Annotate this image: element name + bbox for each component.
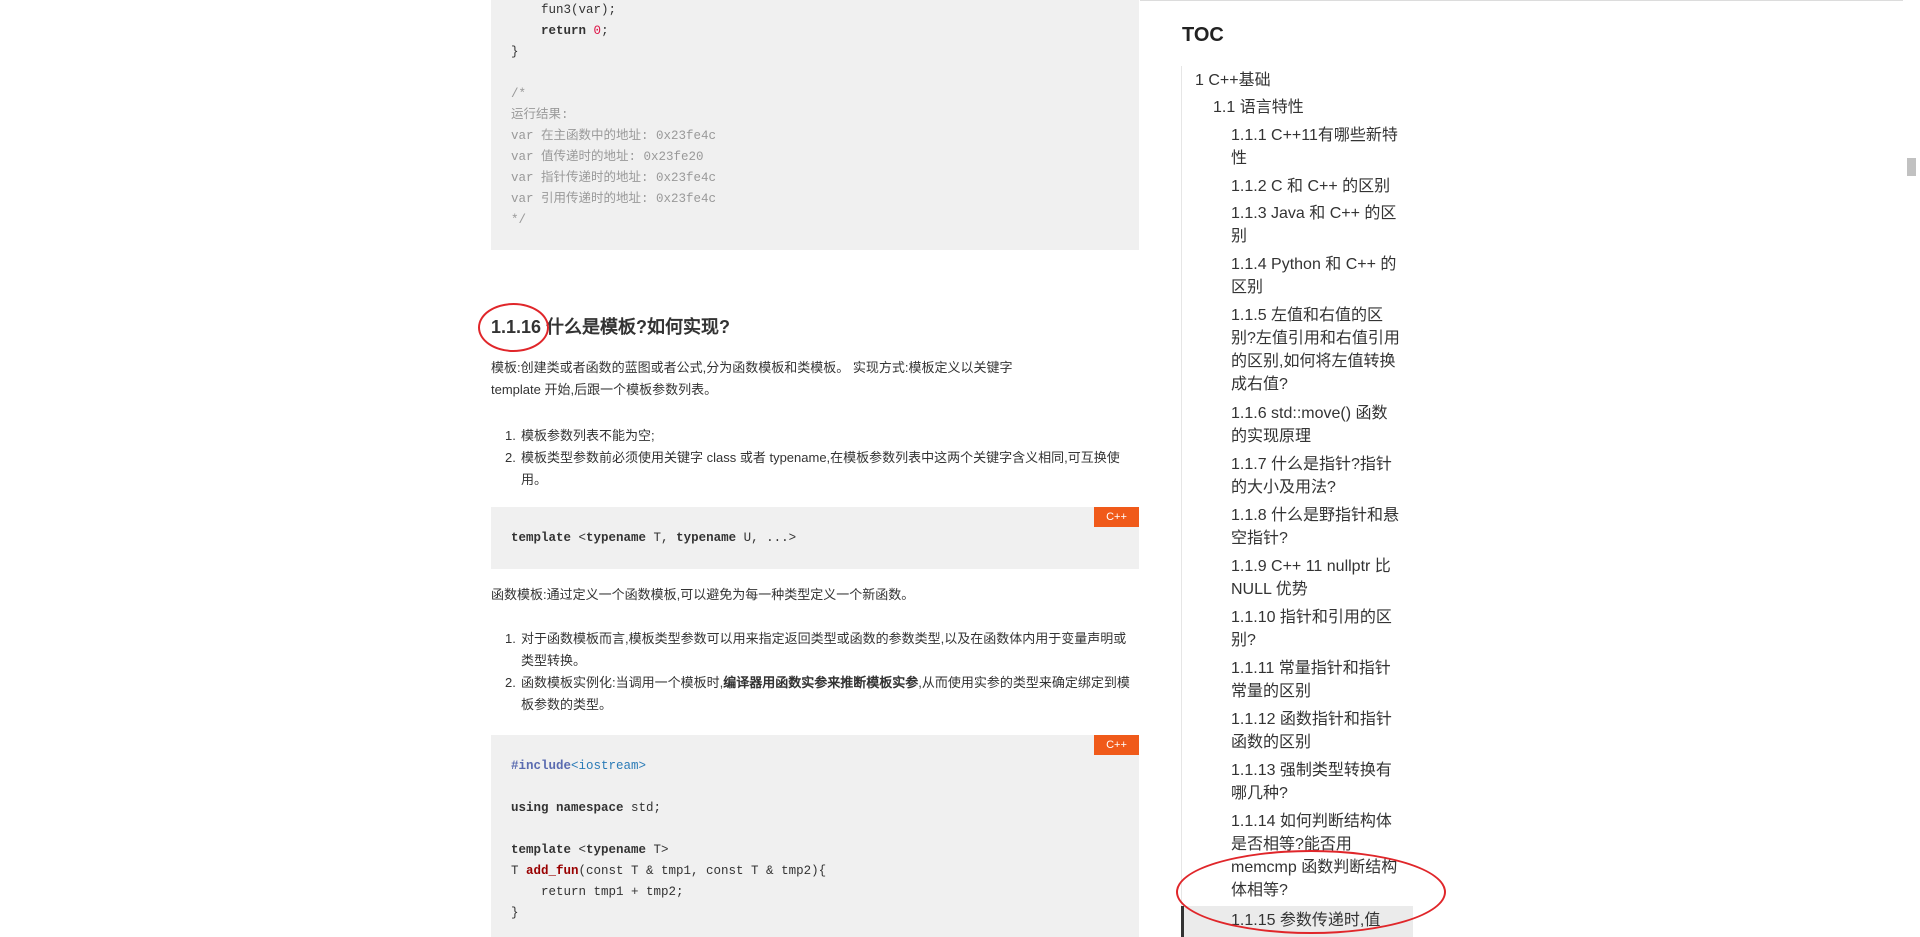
- list-text: 函数模板实例化:当调用一个模板时,编译器用函数实参来推断模板实参,从而使用实参的…: [521, 672, 1137, 716]
- code-line: template <typename T>: [511, 843, 669, 857]
- paragraph: 模板:创建类或者函数的蓝图或者公式,分为函数模板和类模板。 实现方式:模板定义以…: [491, 357, 1012, 401]
- toc-item[interactable]: 1.1.7 什么是指针?指针的大小及用法?: [1231, 453, 1403, 499]
- code-comment-line: var 引用传递时的地址: 0x23fe4c: [511, 192, 717, 206]
- toc-item[interactable]: 1.1.13 强制类型转换有哪几种?: [1231, 759, 1403, 805]
- code-comment-line: 运行结果:: [511, 108, 569, 122]
- list-text: 模板类型参数前必须使用关键字 class 或者 typename,在模板参数列表…: [521, 450, 1120, 487]
- toc-item[interactable]: 1.1.9 C++ 11 nullptr 比 NULL 优势: [1231, 555, 1403, 601]
- list-number: 2.: [505, 450, 516, 465]
- toc-item[interactable]: 1.1.10 指针和引用的区别?: [1231, 606, 1403, 652]
- code-line: template <typename T, typename U, ...>: [511, 531, 797, 545]
- toc-sidebar: TOC 1 C++基础 1.1 语言特性 1.1.1 C++11有哪些新特性 1…: [1160, 0, 1420, 937]
- code-block-function-template: C++ #include<iostream> using namespace s…: [491, 735, 1139, 937]
- list-number: 1.: [505, 428, 516, 443]
- toc-item[interactable]: 1 C++基础: [1195, 69, 1271, 92]
- code-line: return 0;: [541, 24, 609, 38]
- code-line: return tmp1 + tmp2;: [511, 885, 684, 899]
- language-badge: C++: [1094, 507, 1139, 527]
- code-line: }: [511, 45, 519, 59]
- list-text: 对于函数模板而言,模板类型参数可以用来指定返回类型或函数的参数类型,以及在函数体…: [521, 631, 1127, 668]
- code-block-template: C++ template <typename T, typename U, ..…: [491, 507, 1139, 569]
- code-line: T add_fun(const T & tmp1, const T & tmp2…: [511, 864, 827, 878]
- code-comment-line: var 指针传递时的地址: 0x23fe4c: [511, 171, 717, 185]
- toc-item-active[interactable]: 1.1.15 参数传递时,值: [1231, 909, 1403, 932]
- paragraph-line: template 开始,后跟一个模板参数列表。: [491, 382, 718, 397]
- article-content: fun3(var); return 0; } /* 运行结果: var 在主函数…: [491, 0, 1139, 937]
- toc-item[interactable]: 1.1.3 Java 和 C++ 的区别: [1231, 202, 1403, 248]
- list-text-bold: 编译器用函数实参来推断模板实参: [723, 675, 919, 690]
- toc-item[interactable]: 1.1.1 C++11有哪些新特性: [1231, 124, 1403, 170]
- toc-item[interactable]: 1.1.5 左值和右值的区别?左值引用和右值引用的区别,如何将左值转换成右值?: [1231, 304, 1403, 396]
- list-text: 模板参数列表不能为空;: [521, 428, 655, 443]
- paragraph: 函数模板:通过定义一个函数模板,可以避免为每一种类型定义一个新函数。: [491, 587, 915, 602]
- toc-title: TOC: [1182, 24, 1224, 46]
- heading-text: 什么是模板?如何实现?: [541, 317, 731, 337]
- code-comment-line: var 值传递时的地址: 0x23fe20: [511, 150, 704, 164]
- code-line: }: [511, 906, 519, 920]
- toc-item[interactable]: 1.1 语言特性: [1213, 96, 1304, 119]
- code-comment-line: var 在主函数中的地址: 0x23fe4c: [511, 129, 717, 143]
- page-scrollbar[interactable]: [1903, 0, 1920, 937]
- list-number: 2.: [505, 675, 516, 690]
- scrollbar-thumb[interactable]: [1907, 158, 1916, 176]
- toc-item[interactable]: 1.1.2 C 和 C++ 的区别: [1231, 175, 1403, 198]
- heading-number: 1.1.16: [491, 317, 542, 337]
- section-heading: 1.1.16 什么是模板?如何实现?: [491, 313, 730, 339]
- toc-item[interactable]: 1.1.14 如何判断结构体是否相等?能否用 memcmp 函数判断结构体相等?: [1231, 810, 1403, 902]
- toc-item[interactable]: 1.1.8 什么是野指针和悬空指针?: [1231, 504, 1403, 550]
- toc-item[interactable]: 1.1.11 常量指针和指针常量的区别: [1231, 657, 1403, 703]
- list-number: 1.: [505, 631, 516, 646]
- code-block-output: fun3(var); return 0; } /* 运行结果: var 在主函数…: [491, 0, 1139, 250]
- toc-item[interactable]: 1.1.6 std::move() 函数的实现原理: [1231, 402, 1403, 448]
- code-line: #include<iostream>: [511, 759, 647, 773]
- list-text-plain: 函数模板实例化:当调用一个模板时,: [521, 675, 724, 690]
- toc-guide-line: [1181, 66, 1182, 937]
- code-comment-line: */: [511, 213, 527, 227]
- toc-item[interactable]: 1.1.4 Python 和 C++ 的区别: [1231, 253, 1403, 299]
- code-line: fun3(var);: [511, 3, 617, 17]
- code-comment-line: /*: [511, 87, 527, 101]
- toc-item[interactable]: 1.1.12 函数指针和指针函数的区别: [1231, 708, 1403, 754]
- language-badge: C++: [1094, 735, 1139, 755]
- code-line: using namespace std;: [511, 801, 662, 815]
- paragraph-line: 模板:创建类或者函数的蓝图或者公式,分为函数模板和类模板。 实现方式:模板定义以…: [491, 360, 1013, 375]
